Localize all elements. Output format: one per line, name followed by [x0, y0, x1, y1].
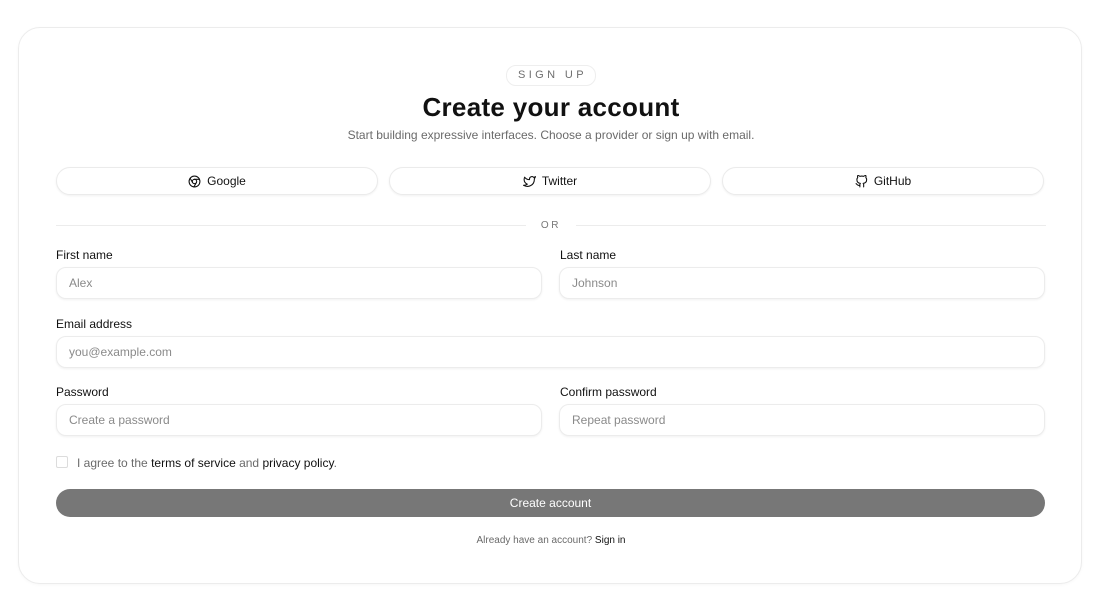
- signup-card: SIGN UP Create your account Start buildi…: [18, 27, 1082, 584]
- page-subtitle: Start building expressive interfaces. Ch…: [347, 128, 755, 142]
- google-button[interactable]: Google: [56, 167, 378, 195]
- agree-suffix: .: [333, 456, 337, 470]
- agree-checkbox[interactable]: [56, 456, 68, 468]
- email-label: Email address: [56, 317, 133, 331]
- first-name-input[interactable]: [56, 267, 542, 299]
- terms-link[interactable]: terms of service: [151, 456, 236, 470]
- last-name-input[interactable]: [559, 267, 1045, 299]
- first-name-label: First name: [56, 248, 113, 262]
- agree-text: I agree to the terms of service and priv…: [77, 456, 337, 470]
- github-button-label: GitHub: [873, 174, 912, 188]
- google-button-label: Google: [207, 174, 246, 188]
- password-input[interactable]: [56, 404, 542, 436]
- eyebrow-wrapper: SIGN UP: [56, 65, 1046, 86]
- confirm-password-label: Confirm password: [560, 385, 657, 399]
- or-divider: OR: [56, 219, 1046, 233]
- signin-prompt-text: Already have an account?: [476, 535, 595, 546]
- agree-middle: and: [235, 456, 263, 470]
- provider-buttons: Google Twitter GitHub: [56, 167, 1046, 195]
- email-input[interactable]: [56, 336, 1045, 368]
- divider-label: OR: [540, 220, 562, 231]
- github-button[interactable]: GitHub: [722, 167, 1044, 195]
- chrome-icon: [188, 175, 201, 187]
- agree-prefix: I agree to the: [77, 456, 152, 470]
- twitter-icon: [522, 175, 536, 187]
- last-name-label: Last name: [560, 248, 617, 262]
- password-label: Password: [56, 385, 109, 399]
- create-account-button[interactable]: Create account: [56, 489, 1045, 517]
- page-title: Create your account: [422, 92, 680, 122]
- github-icon: [855, 174, 867, 187]
- eyebrow-badge: SIGN UP: [505, 65, 597, 86]
- sign-in-link[interactable]: Sign in: [595, 535, 626, 546]
- twitter-button-label: Twitter: [541, 174, 578, 188]
- confirm-password-input[interactable]: [559, 404, 1045, 436]
- twitter-button[interactable]: Twitter: [389, 167, 711, 195]
- privacy-link[interactable]: privacy policy: [262, 456, 333, 470]
- signin-prompt: Already have an account? Sign in: [56, 535, 1046, 546]
- terms-agreement: I agree to the terms of service and priv…: [56, 456, 337, 470]
- signup-content: SIGN UP Create your account Start buildi…: [56, 28, 1046, 583]
